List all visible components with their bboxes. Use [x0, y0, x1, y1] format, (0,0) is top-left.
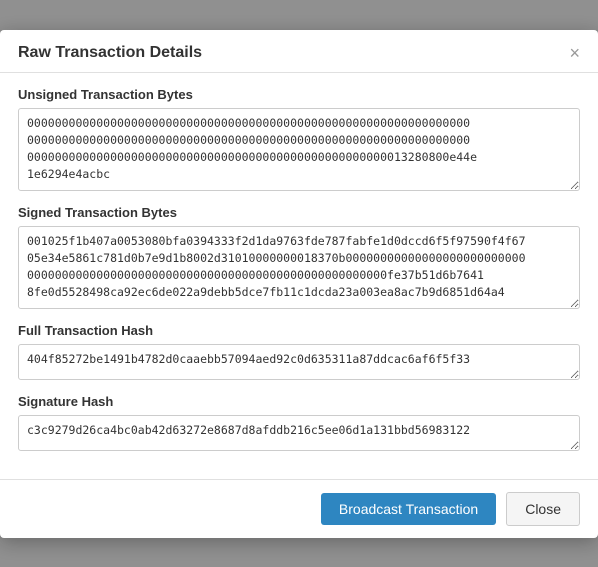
modal-footer: Broadcast Transaction Close — [0, 479, 598, 538]
full-hash-value[interactable]: 404f85272be1491b4782d0caaebb57094aed92c0… — [18, 344, 580, 380]
modal-title: Raw Transaction Details — [18, 44, 202, 62]
modal-body: Unsigned Transaction Bytes 0000000000000… — [0, 73, 598, 479]
close-x-button[interactable]: × — [569, 44, 580, 62]
close-button[interactable]: Close — [506, 492, 580, 526]
unsigned-bytes-label: Unsigned Transaction Bytes — [18, 87, 580, 102]
modal-dialog: Raw Transaction Details × Unsigned Trans… — [0, 30, 598, 538]
signed-bytes-value[interactable]: 001025f1b407a0053080bfa0394333f2d1da9763… — [18, 226, 580, 309]
sig-hash-value[interactable]: c3c9279d26ca4bc0ab42d63272e8687d8afddb21… — [18, 415, 580, 451]
full-hash-label: Full Transaction Hash — [18, 323, 580, 338]
unsigned-bytes-value[interactable]: 0000000000000000000000000000000000000000… — [18, 108, 580, 191]
sig-hash-section: Signature Hash c3c9279d26ca4bc0ab42d6327… — [18, 394, 580, 451]
signed-bytes-section: Signed Transaction Bytes 001025f1b407a00… — [18, 205, 580, 309]
sig-hash-label: Signature Hash — [18, 394, 580, 409]
signed-bytes-label: Signed Transaction Bytes — [18, 205, 580, 220]
modal-header: Raw Transaction Details × — [0, 30, 598, 73]
full-hash-section: Full Transaction Hash 404f85272be1491b47… — [18, 323, 580, 380]
unsigned-bytes-section: Unsigned Transaction Bytes 0000000000000… — [18, 87, 580, 191]
modal-overlay: Raw Transaction Details × Unsigned Trans… — [0, 0, 598, 567]
broadcast-transaction-button[interactable]: Broadcast Transaction — [321, 493, 496, 525]
